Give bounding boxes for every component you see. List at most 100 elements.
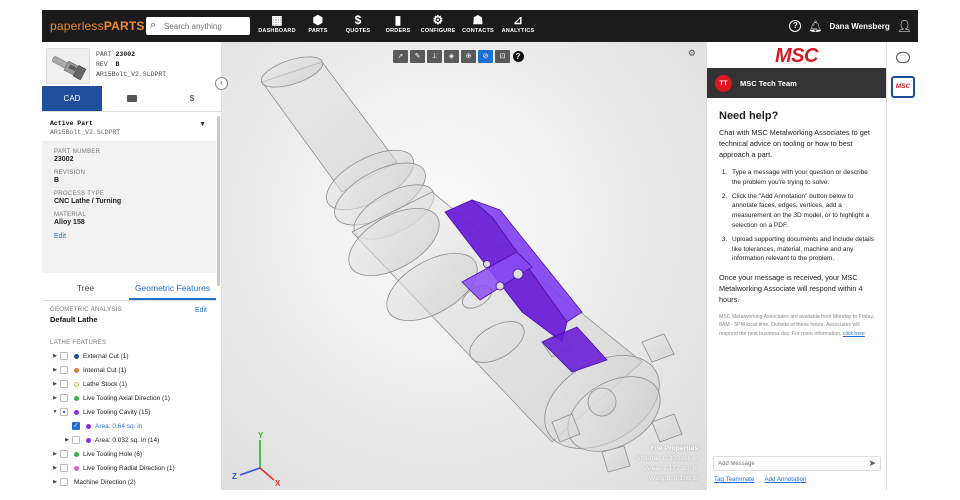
chat-outro: Once your message is received, your MSC … [719,273,863,305]
click-here-link[interactable]: click here [843,331,865,337]
right-rail: ··· MSC [886,42,918,490]
viewer-help-icon[interactable]: ? [512,50,524,63]
feature-checkbox[interactable] [60,352,68,360]
caret-right-icon[interactable]: ▶ [50,479,60,485]
feature-row[interactable]: ▶ Live Tooling Axial Direction (1) [42,391,216,405]
annotate-icon[interactable]: ⊥ [427,50,442,63]
caret-right-icon[interactable]: ▶ [50,451,60,457]
tab-cad[interactable]: CAD [42,86,102,111]
app-window: paperlessPARTS ⌕ ▦DASHBOARD ⬢PARTS $QUOT… [42,10,918,490]
part-number: 23002 [115,51,136,58]
feature-row[interactable]: ▶ Area: 0.032 sq. in (14) [42,433,216,447]
feature-row[interactable]: ▶ Live Tooling Radial Direction (1) [42,461,216,475]
nav-analytics[interactable]: ⊿ ANALYTICS [496,13,540,34]
feature-row[interactable]: ▶ Live Tooling Hole (6) [42,447,216,461]
bolt-3d-model[interactable] [222,42,706,490]
search-input[interactable] [164,19,246,33]
logo[interactable]: paperlessPARTS [50,19,159,33]
feature-color-dot [74,465,79,471]
send-icon[interactable]: ➤ [868,458,876,469]
tab-geometric-features[interactable]: Geometric Features [129,277,216,300]
tab-tree[interactable]: Tree [42,277,129,300]
feature-label: Live Tooling Cavity (15) [83,408,151,416]
tag-teammate-link[interactable]: Tag Teammate [714,476,754,483]
feature-color-dot [74,381,79,387]
feature-row[interactable]: ▶ External Cut (1) [42,349,216,363]
caret-right-icon[interactable]: ▶ [50,367,60,373]
feature-color-dot [74,367,79,373]
folder-icon [127,95,137,102]
feature-checkbox[interactable] [60,394,68,402]
chat-heading: Need help? [719,110,779,122]
user-name[interactable]: Dana Wensberg [829,22,889,31]
fit-icon[interactable]: ⊡ [495,50,510,63]
tab-pricing[interactable]: $ [162,86,222,111]
bell-icon[interactable]: 🔔︎ [808,20,822,33]
caret-down-icon[interactable]: ▼ [50,409,60,415]
chat-actions: Tag Teammate Add Annotation [714,476,806,483]
feature-checkbox[interactable] [60,450,68,458]
feature-checkbox[interactable]: ✓ [72,422,80,430]
feature-row[interactable]: ▶ Lathe Stock (1) [42,377,216,391]
feature-checkbox[interactable] [60,408,68,416]
pointer-icon[interactable]: ➚ [393,50,408,63]
nav-dashboard[interactable]: ▦ DASHBOARD [255,13,299,34]
add-annotation-link[interactable]: Add Annotation [764,476,806,483]
caret-right-icon[interactable]: ▶ [62,437,72,443]
caret-right-icon[interactable]: ▶ [50,465,60,471]
panel-scroll-area[interactable]: Active Part AR15Bolt_V2.SLDPRT ▼ PART NU… [42,112,216,490]
feature-label: Area: 0.64 sq. in [95,422,143,430]
search-box[interactable]: ⌕ [146,17,250,35]
feature-row[interactable]: ✓ Area: 0.64 sq. in [42,419,216,433]
axis-z-line [239,467,261,476]
nav-quotes[interactable]: $ QUOTES [336,13,380,34]
active-part-select[interactable]: Active Part AR15Bolt_V2.SLDPRT ▼ [42,112,216,142]
feature-row[interactable]: ▶ Internal Cut (1) [42,363,216,377]
feature-checkbox[interactable] [72,436,80,444]
feature-row[interactable]: ▶ Machine Direction (2) [42,475,216,489]
feature-checkbox[interactable] [60,380,68,388]
feature-color-dot [86,437,91,443]
feature-checkbox[interactable] [60,478,68,486]
chat-panel: MSC TT MSC Tech Team Need help? Chat wit… [706,42,886,490]
axis-triad: Y X Z [230,428,290,490]
chat-intro: Chat with MSC Metalworking Associates to… [719,128,870,159]
help-icon[interactable]: ? [789,20,802,32]
feature-row[interactable]: ▼ Live Tooling Cavity (15) [42,405,216,419]
globe-icon[interactable]: ⊕ [461,50,476,63]
message-box[interactable]: ➤ [713,456,881,471]
user-icon[interactable]: 👤︎ [897,19,912,33]
chat-bubble-icon[interactable]: ··· [896,52,910,63]
collapse-panel-button[interactable]: ‹ [215,77,228,90]
feature-label: Live Tooling Radial Direction (1) [83,464,175,472]
nav-parts[interactable]: ⬢ PARTS [296,13,340,34]
measure-icon[interactable]: ✎ [410,50,425,63]
caret-right-icon[interactable]: ▶ [50,353,60,359]
cube-view-icon[interactable]: ◈ [444,50,459,63]
lathe-features-title: LATHE FEATURES [50,340,107,346]
nav-orders[interactable]: ▮ ORDERS [376,13,420,34]
caret-right-icon[interactable]: ▶ [50,381,60,387]
edit-properties-link[interactable]: Edit [54,233,204,240]
feature-label: Internal Cut (1) [83,366,127,374]
feature-checkbox[interactable] [60,366,68,374]
hide-icon[interactable]: ⊘ [478,50,493,63]
feature-checkbox[interactable] [60,464,68,472]
weight-value: Weight: 0.108 lb [649,475,698,482]
panel-scrollbar[interactable] [217,116,220,286]
3d-viewer[interactable]: ➚ ✎ ⊥ ◈ ⊕ ⊘ ⊡ ? ⚙ Y X Z File Properties … [222,42,706,490]
edit-geometric-link[interactable]: Edit [195,307,207,314]
top-nav: paperlessPARTS ⌕ ▦DASHBOARD ⬢PARTS $QUOT… [42,10,918,42]
msc-app-button[interactable]: MSC [891,76,915,98]
message-input[interactable] [718,459,858,469]
axis-z-label: Z [232,472,237,481]
tab-files[interactable] [102,86,162,111]
nav-configure[interactable]: ⚙ CONFIGURE [416,13,460,34]
chat-step: Upload supporting documents and include … [729,235,874,264]
caret-right-icon[interactable]: ▶ [50,395,60,401]
viewer-settings-icon[interactable]: ⚙ [688,48,696,59]
nav-contacts[interactable]: ☗ CONTACTS [456,13,500,34]
feature-label: Live Tooling Axial Direction (1) [83,394,170,402]
contacts-icon: ☗ [472,13,484,27]
axis-x-line [259,467,275,481]
